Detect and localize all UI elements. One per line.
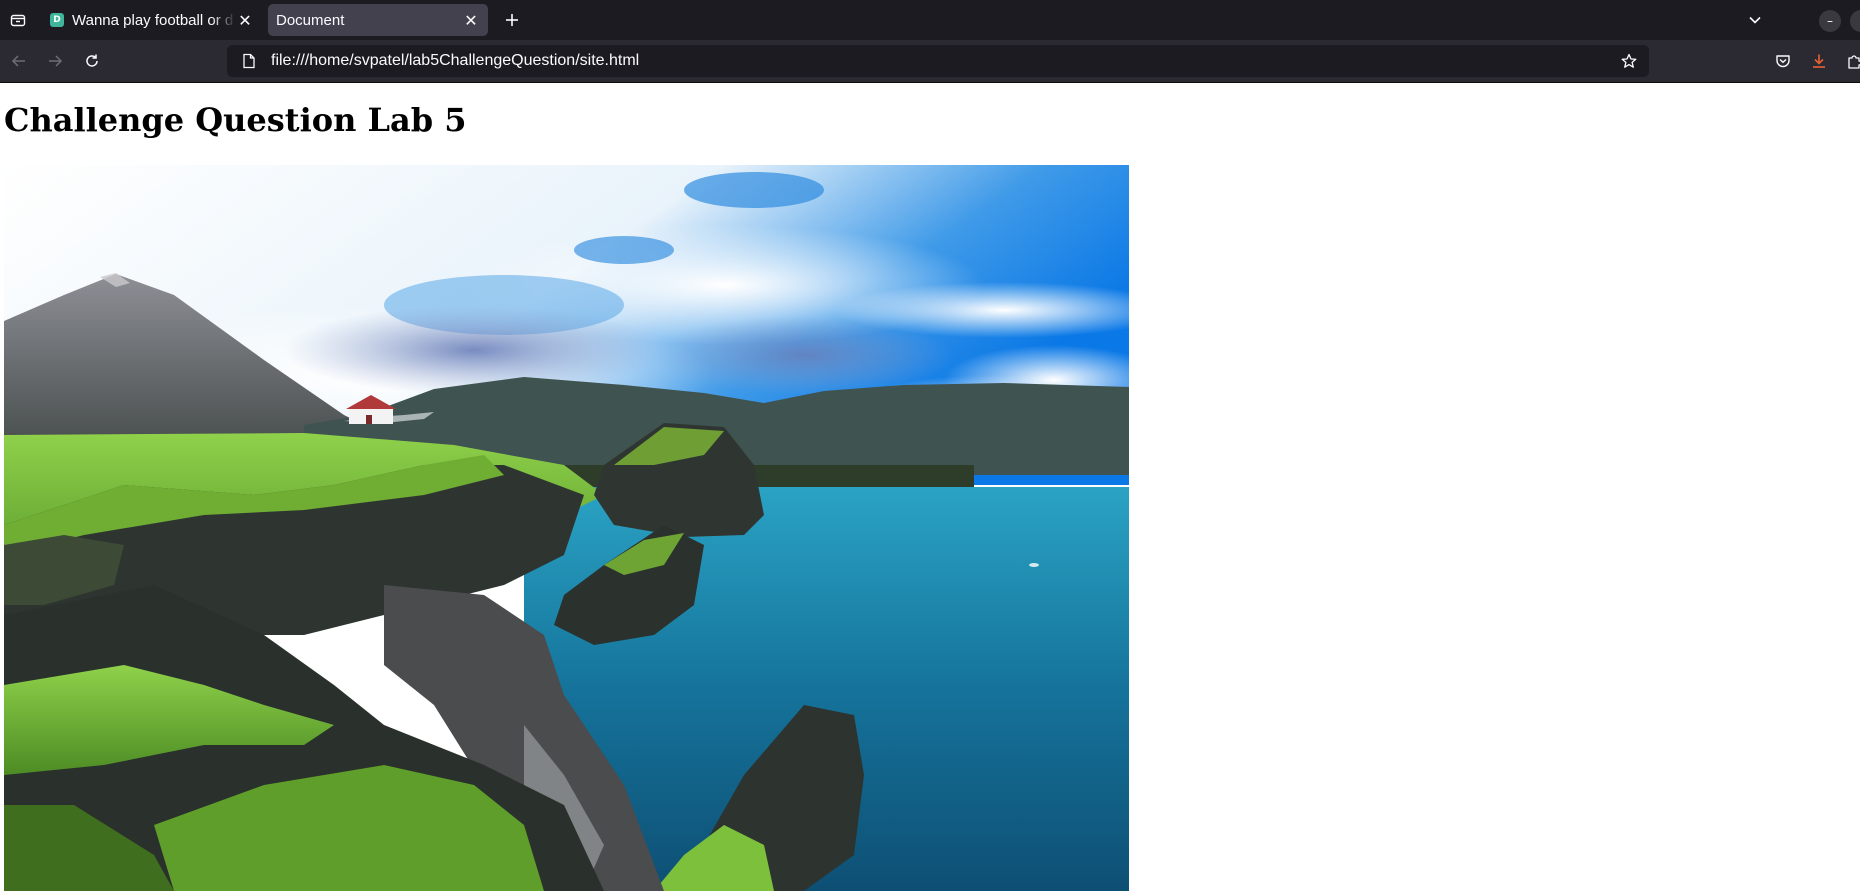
- tab-wanna-play-football[interactable]: D Wanna play football or d ✕: [42, 4, 262, 36]
- reload-icon: [86, 54, 98, 67]
- bookmark-star-button[interactable]: [1615, 47, 1643, 75]
- back-button[interactable]: [4, 46, 34, 76]
- minimize-window-button[interactable]: –: [1819, 10, 1841, 32]
- star-icon: [1621, 53, 1637, 68]
- new-tab-button[interactable]: [498, 6, 526, 34]
- page-heading: Challenge Question Lab 5: [4, 101, 467, 139]
- tab-document[interactable]: Document ✕: [268, 4, 488, 36]
- pocket-icon: [1776, 55, 1790, 68]
- plus-icon: [506, 14, 518, 26]
- landscape-image: [4, 165, 1129, 891]
- tab-title: Wanna play football or d: [72, 11, 234, 29]
- puzzle-icon: [1848, 55, 1860, 69]
- close-icon[interactable]: ✕: [462, 11, 480, 30]
- close-icon[interactable]: ✕: [236, 11, 254, 30]
- maximize-window-button[interactable]: [1850, 10, 1860, 32]
- download-icon: [1813, 54, 1825, 68]
- page-icon[interactable]: [235, 47, 263, 75]
- tab-title: Document: [276, 11, 345, 29]
- favicon-icon: D: [50, 13, 64, 27]
- forward-button[interactable]: [40, 46, 70, 76]
- tab-strip: D Wanna play football or d ✕ Document ✕ …: [0, 0, 1860, 40]
- back-arrow-icon: [11, 55, 25, 67]
- downloads-button[interactable]: [1804, 46, 1834, 76]
- extensions-button[interactable]: [1840, 46, 1860, 76]
- list-all-tabs-button[interactable]: [1741, 6, 1769, 34]
- navigation-toolbar: file:///home/svpatel/lab5ChallengeQuesti…: [0, 40, 1860, 83]
- tab-list-button[interactable]: [2, 4, 34, 36]
- forward-arrow-icon: [49, 55, 63, 67]
- url-text[interactable]: file:///home/svpatel/lab5ChallengeQuesti…: [271, 52, 1615, 70]
- tab-list-icon: [10, 14, 26, 27]
- chevron-down-icon: [1749, 16, 1761, 24]
- pocket-button[interactable]: [1768, 46, 1798, 76]
- page-viewport: Challenge Question Lab 5: [0, 83, 1860, 891]
- address-bar[interactable]: file:///home/svpatel/lab5ChallengeQuesti…: [227, 45, 1649, 77]
- reload-button[interactable]: [77, 46, 107, 76]
